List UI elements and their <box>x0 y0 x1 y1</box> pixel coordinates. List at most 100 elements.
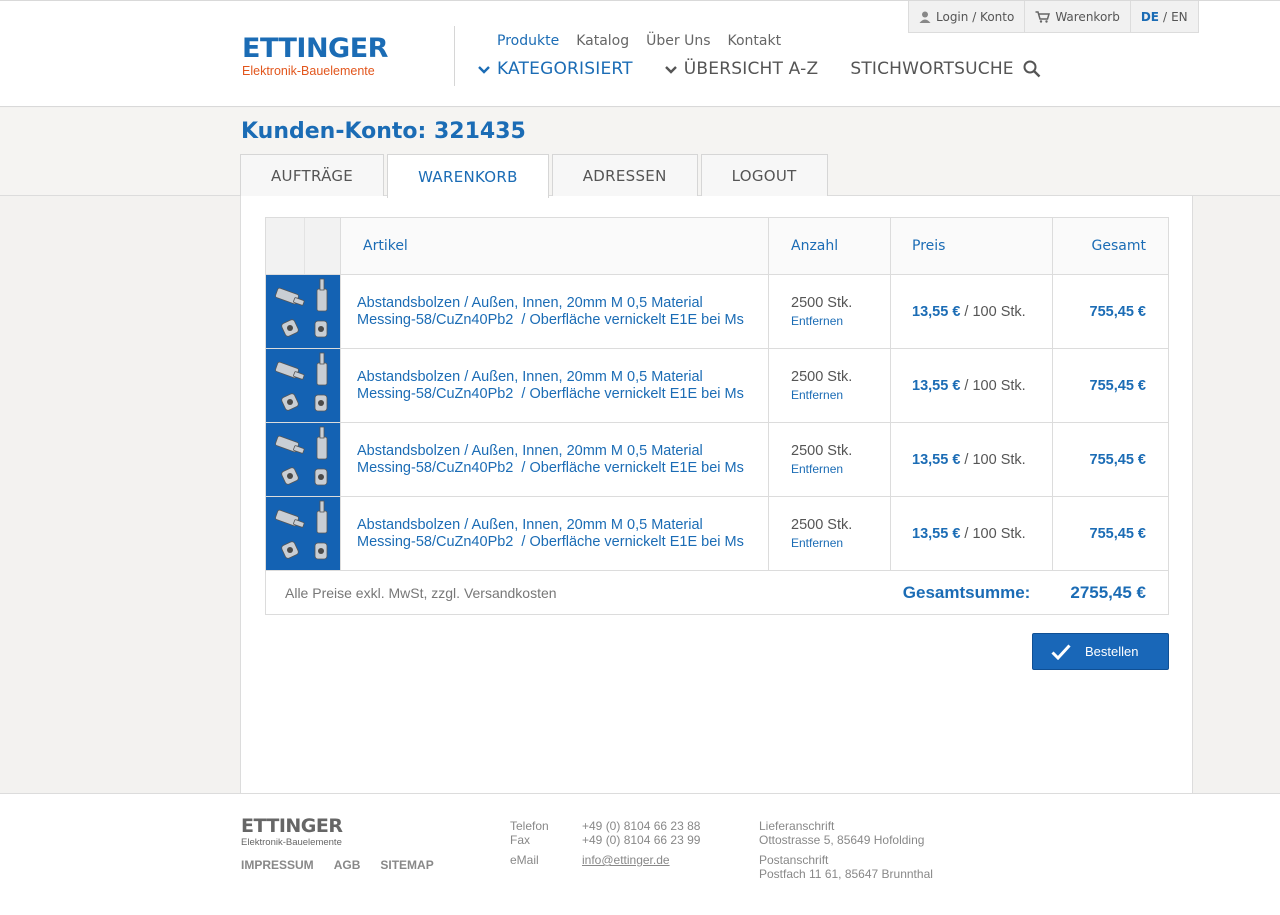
tab-logout[interactable]: LOGOUT <box>700 154 828 197</box>
nav-uebersicht-label: ÜBERSICHT A-Z <box>683 59 819 79</box>
tab-warenkorb[interactable]: WARENKORB <box>387 154 549 198</box>
top-navigation: Produkte Katalog Über Uns Kontakt <box>497 33 781 49</box>
site-footer: ETTINGER Elektronik-Bauelemente IMPRESSU… <box>0 793 1280 915</box>
product-thumbnail[interactable] <box>266 275 341 348</box>
tab-auftraege[interactable]: AUFTRÄGE <box>240 154 385 197</box>
site-header: ETTINGER Elektronik-Bauelemente Produkte… <box>0 0 1280 107</box>
checkmark-icon <box>1051 643 1071 660</box>
nav-uebersicht-a-z[interactable]: ÜBERSICHT A-Z <box>664 59 819 79</box>
cart-icon <box>1035 10 1051 23</box>
nav-stichwortsuche[interactable]: STICHWORTSUCHE <box>850 59 1041 79</box>
grand-total-label: Gesamtsumme: <box>902 582 1031 602</box>
cart-row: Abstandsbolzen / Außen, Innen, 20mm M 0,… <box>266 496 1168 570</box>
footer-links: IMPRESSUM AGB SITEMAP <box>241 858 434 872</box>
order-button[interactable]: Bestellen <box>1032 633 1169 670</box>
lang-en[interactable]: EN <box>1171 10 1188 24</box>
remove-item-link[interactable]: Entfernen <box>791 462 890 476</box>
remove-item-link[interactable]: Entfernen <box>791 314 890 328</box>
standoff-bolt-image <box>266 275 340 348</box>
phone-label: Telefon <box>510 819 549 833</box>
item-quantity: 2500 Stk. <box>791 295 853 311</box>
unit-price: 13,55 € <box>912 303 961 320</box>
footer-link-agb[interactable]: AGB <box>334 858 361 872</box>
content-panel: Artikel Anzahl Preis Gesamt Abstandsbolz… <box>240 196 1193 793</box>
unit-price: 13,55 € <box>912 525 961 542</box>
lang-separator: / <box>1163 9 1168 24</box>
item-quantity: 2500 Stk. <box>791 369 853 385</box>
header-artikel: Artikel <box>341 218 769 274</box>
cart-label: Warenkorb <box>1055 9 1120 24</box>
remove-item-link[interactable]: Entfernen <box>791 536 890 550</box>
remove-item-link[interactable]: Entfernen <box>791 388 890 402</box>
cart-header-row: Artikel Anzahl Preis Gesamt <box>266 218 1168 274</box>
product-title-link[interactable]: Abstandsbolzen / Außen, Innen, 20mm M 0,… <box>357 517 744 551</box>
email-label: eMail <box>510 853 539 867</box>
fax-number: +49 (0) 8104 66 23 99 <box>582 833 701 847</box>
footer-logo-wordmark: ETTINGER <box>241 815 343 837</box>
item-quantity: 2500 Stk. <box>791 443 853 459</box>
standoff-bolt-image <box>266 497 340 570</box>
price-unit: / 100 Stk. <box>960 377 1026 394</box>
product-title-link[interactable]: Abstandsbolzen / Außen, Innen, 20mm M 0,… <box>357 295 744 329</box>
logo-tagline: Elektronik-Bauelemente <box>242 64 375 78</box>
tab-adressen[interactable]: ADRESSEN <box>551 154 698 197</box>
account-tabs: AUFTRÄGE WARENKORB ADRESSEN LOGOUT <box>240 154 828 198</box>
line-total: 755,45 € <box>1089 451 1146 468</box>
nav-link-ueber-uns[interactable]: Über Uns <box>646 33 710 49</box>
login-account-link[interactable]: Login / Konto <box>909 1 1026 32</box>
item-quantity: 2500 Stk. <box>791 517 853 533</box>
login-label: Login / Konto <box>936 9 1015 24</box>
user-icon <box>919 11 931 23</box>
page-title: Kunden-Konto: 321435 <box>241 119 526 144</box>
search-icon[interactable] <box>1023 60 1041 78</box>
item-price: 13,55 € / 100 Stk. <box>912 378 1026 394</box>
footer-addresses: Lieferanschrift Ottostrasse 5, 85649 Hof… <box>759 819 933 881</box>
email-link[interactable]: info@ettinger.de <box>582 853 670 867</box>
price-unit: / 100 Stk. <box>960 451 1026 468</box>
postal-address: Postfach 11 61, 85647 Brunnthal <box>759 867 933 881</box>
header-anzahl: Anzahl <box>769 218 891 274</box>
chevron-down-icon <box>478 59 490 79</box>
cart-summary-row: Alle Preise exkl. MwSt, zzgl. Versandkos… <box>266 570 1168 614</box>
line-total: 755,45 € <box>1089 377 1146 394</box>
nav-stichwortsuche-label: STICHWORTSUCHE <box>850 59 1014 79</box>
header-gesamt: Gesamt <box>1091 238 1146 254</box>
logo-wordmark: ETTINGER <box>242 33 388 64</box>
line-total: 755,45 € <box>1089 525 1146 542</box>
footer-logo[interactable]: ETTINGER Elektronik-Bauelemente <box>241 816 343 848</box>
cart-table: Artikel Anzahl Preis Gesamt Abstandsbolz… <box>265 217 1169 615</box>
product-thumbnail[interactable] <box>266 497 341 570</box>
cart-link[interactable]: Warenkorb <box>1025 1 1131 32</box>
chevron-down-icon <box>664 59 677 79</box>
footer-logo-tagline: Elektronik-Bauelemente <box>241 837 342 848</box>
nav-kategorisiert[interactable]: KATEGORISIERT <box>478 59 633 79</box>
header-divider <box>454 26 455 86</box>
header-image-cell <box>266 218 341 274</box>
line-total: 755,45 € <box>1089 303 1146 320</box>
item-price: 13,55 € / 100 Stk. <box>912 452 1026 468</box>
nav-link-kontakt[interactable]: Kontakt <box>728 33 782 49</box>
cart-row: Abstandsbolzen / Außen, Innen, 20mm M 0,… <box>266 422 1168 496</box>
price-footnote: Alle Preise exkl. MwSt, zzgl. Versandkos… <box>285 584 557 601</box>
order-button-label: Bestellen <box>1085 644 1139 659</box>
product-thumbnail[interactable] <box>266 423 341 496</box>
footer-link-impressum[interactable]: IMPRESSUM <box>241 858 314 872</box>
main-navigation: KATEGORISIERT ÜBERSICHT A-Z STICHWORTSUC… <box>478 59 1073 79</box>
cart-row: Abstandsbolzen / Außen, Innen, 20mm M 0,… <box>266 274 1168 348</box>
ettinger-logo[interactable]: ETTINGER Elektronik-Bauelemente <box>242 35 422 79</box>
nav-link-produkte[interactable]: Produkte <box>497 33 559 49</box>
item-price: 13,55 € / 100 Stk. <box>912 526 1026 542</box>
phone-number: +49 (0) 8104 66 23 88 <box>582 819 701 833</box>
cart-row: Abstandsbolzen / Außen, Innen, 20mm M 0,… <box>266 348 1168 422</box>
header-preis: Preis <box>891 218 1053 274</box>
fax-label: Fax <box>510 833 531 847</box>
product-title-link[interactable]: Abstandsbolzen / Außen, Innen, 20mm M 0,… <box>357 369 744 403</box>
footer-link-sitemap[interactable]: SITEMAP <box>380 858 433 872</box>
standoff-bolt-image <box>266 423 340 496</box>
lang-de[interactable]: DE <box>1141 10 1159 24</box>
nav-link-katalog[interactable]: Katalog <box>576 33 629 49</box>
product-title-link[interactable]: Abstandsbolzen / Außen, Innen, 20mm M 0,… <box>357 443 744 477</box>
language-switcher: DE / EN <box>1131 1 1198 32</box>
product-thumbnail[interactable] <box>266 349 341 422</box>
delivery-label: Lieferanschrift <box>759 819 835 833</box>
